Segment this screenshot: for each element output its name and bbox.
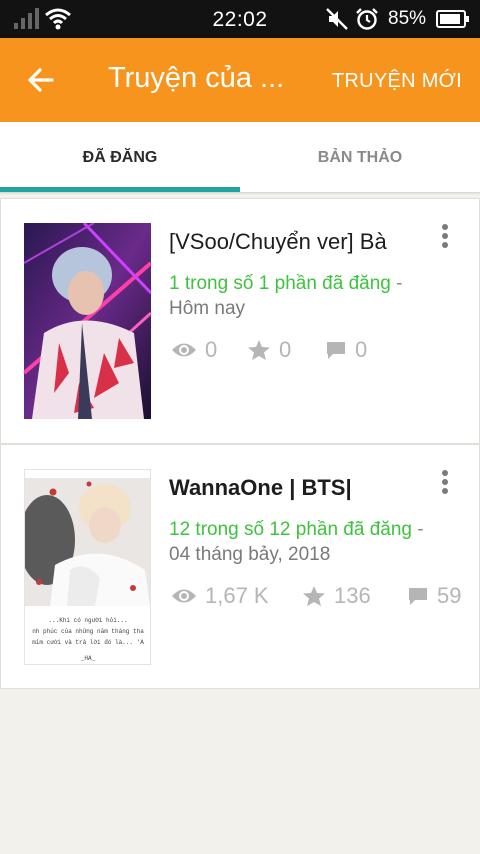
back-arrow-icon[interactable] [26, 66, 54, 94]
parts-published: 12 trong số 12 phần đã đăng [169, 519, 412, 540]
tab-drafts[interactable]: BẢN THẢO [240, 122, 480, 194]
separator: - [417, 519, 424, 540]
comments-count: 0 [355, 337, 368, 362]
parts-published: 1 trong số 1 phần đã đăng [169, 273, 391, 294]
page-title: Truyện của ... [108, 62, 285, 94]
cover-line-1: ...Khi có người hỏi... [48, 617, 127, 624]
eye-icon [172, 589, 196, 603]
star-icon [303, 586, 325, 606]
views-count: 1,67 K [205, 583, 269, 608]
story-stats: 1,67 K 136 59 [171, 583, 471, 609]
story-meta: 1 trong số 1 phần đã đăng - Hôm nay [169, 271, 469, 321]
battery-icon [436, 10, 469, 28]
more-options-icon[interactable] [439, 469, 451, 497]
votes-stat: 0 [247, 337, 291, 363]
cover-line-2: nh phúc của những năm tháng tha [32, 628, 144, 635]
story-card[interactable]: [VSoo/Chuyển ver] Bà 1 trong số 1 phần đ… [0, 198, 480, 444]
tab-published[interactable]: ĐÃ ĐĂNG [0, 122, 240, 194]
story-date: Hôm nay [169, 298, 246, 319]
comments-stat: 0 [325, 337, 367, 363]
tab-bar: ĐÃ ĐĂNG BẢN THẢO [0, 122, 480, 194]
story-date: 04 tháng bảy, 2018 [169, 544, 331, 565]
alarm-icon [356, 8, 378, 30]
status-bar: 22:02 85% [0, 0, 480, 38]
story-cover[interactable] [24, 223, 151, 419]
comments-count: 59 [437, 583, 462, 608]
story-card[interactable]: ...Khi có người hỏi... nh phúc của những… [0, 444, 480, 689]
cover-image: ...Khi có người hỏi... nh phúc của những… [25, 470, 150, 664]
story-meta: 12 trong số 12 phần đã đăng - 04 tháng b… [169, 517, 469, 567]
separator: - [396, 273, 403, 294]
story-cover[interactable]: ...Khi có người hỏi... nh phúc của những… [24, 469, 151, 665]
app-bar: Truyện của ... TRUYỆN MỚI [0, 38, 480, 122]
battery-percent: 85% [388, 8, 427, 29]
comment-icon [409, 588, 427, 605]
eye-icon [172, 343, 196, 357]
comments-stat: 59 [407, 583, 461, 609]
votes-count: 0 [279, 337, 292, 362]
story-title[interactable]: [VSoo/Chuyển ver] Bà [169, 229, 387, 255]
views-count: 0 [205, 337, 218, 362]
views-stat: 0 [171, 337, 217, 363]
new-story-button[interactable]: TRUYỆN MỚI [332, 70, 462, 93]
votes-stat: 136 [302, 583, 371, 609]
tab-shadow [0, 192, 480, 195]
comment-icon [327, 342, 345, 359]
mute-icon [326, 8, 348, 30]
cover-line-3: mỉm cười và trả lời đó là... 'A [32, 639, 144, 646]
story-title[interactable]: WannaOne | BTS| [169, 475, 352, 501]
more-options-icon[interactable] [439, 223, 451, 251]
story-stats: 0 0 0 [171, 337, 471, 363]
views-stat: 1,67 K [171, 583, 269, 609]
cover-image [24, 223, 151, 419]
votes-count: 136 [334, 583, 371, 608]
cover-sign: _HA_ [80, 655, 96, 662]
star-icon [248, 340, 270, 360]
